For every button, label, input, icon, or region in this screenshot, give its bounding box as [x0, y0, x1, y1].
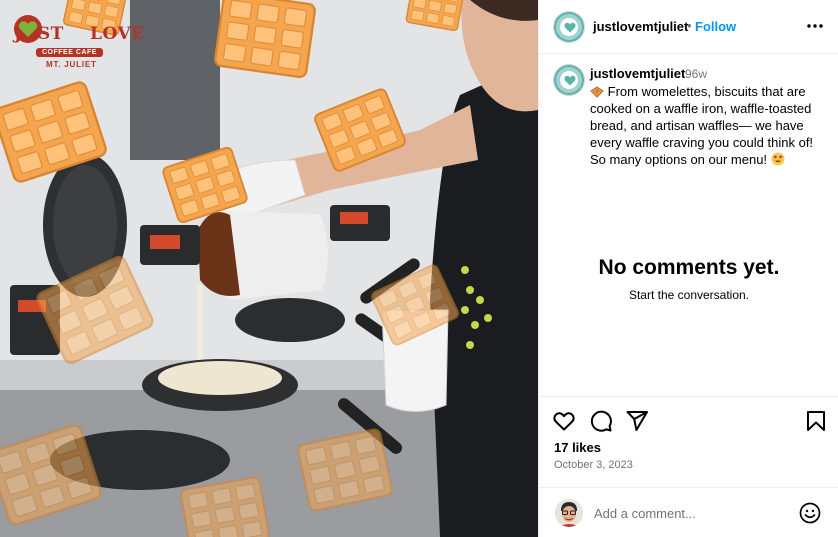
post-actions: 17 likes October 3, 2023 [539, 396, 838, 496]
post-header: justlovemtjuliet • Follow [539, 0, 838, 54]
comment-input[interactable] [594, 502, 794, 524]
caption-username[interactable]: justlovemtjuliet [590, 66, 685, 81]
caption-avatar[interactable] [553, 64, 585, 96]
current-user-avatar [555, 499, 583, 527]
avatar-heart-icon [564, 22, 576, 33]
profile-avatar[interactable] [553, 11, 585, 43]
like-count[interactable]: 17 likes [554, 440, 601, 455]
logo-heart-icon [14, 15, 42, 43]
logo-location: MT. JULIET [46, 60, 97, 69]
post-age[interactable]: 96w [685, 67, 707, 81]
header-username[interactable]: justlovemtjuliet [593, 19, 688, 34]
caption-text: From womelettes, biscuits that are cooke… [590, 83, 832, 168]
header-separator: • [687, 18, 692, 33]
smile-icon[interactable] [798, 501, 822, 525]
brand-logo: JUST LOVE COFFEE CAFE MT. JULIET [12, 14, 144, 72]
no-comments-title: No comments yet. [598, 256, 780, 279]
waffle-overlay-graphics [0, 0, 465, 537]
logo-word-love: LOVE [90, 24, 145, 44]
post-photo[interactable]: JUST LOVE COFFEE CAFE MT. JULIET [0, 0, 538, 537]
heart-eyes-emoji-icon [771, 152, 785, 166]
user-face-icon [555, 499, 583, 527]
more-horizontal-icon[interactable] [805, 16, 825, 36]
no-comments-subtitle: Start the conversation. [628, 288, 750, 302]
waffle-emoji-icon [590, 86, 604, 98]
bookmark-icon[interactable] [804, 409, 828, 433]
comment-icon[interactable] [589, 409, 613, 433]
add-comment-bar [539, 487, 838, 537]
share-icon[interactable] [625, 409, 649, 433]
logo-banner: COFFEE CAFE [36, 48, 103, 57]
post-date[interactable]: October 3, 2023 [554, 459, 633, 471]
heart-icon[interactable] [552, 409, 576, 433]
avatar-heart-icon [564, 75, 576, 86]
follow-button[interactable]: Follow [695, 19, 736, 34]
post-side-panel: justlovemtjuliet • Follow justlovemtjuli… [538, 0, 838, 537]
